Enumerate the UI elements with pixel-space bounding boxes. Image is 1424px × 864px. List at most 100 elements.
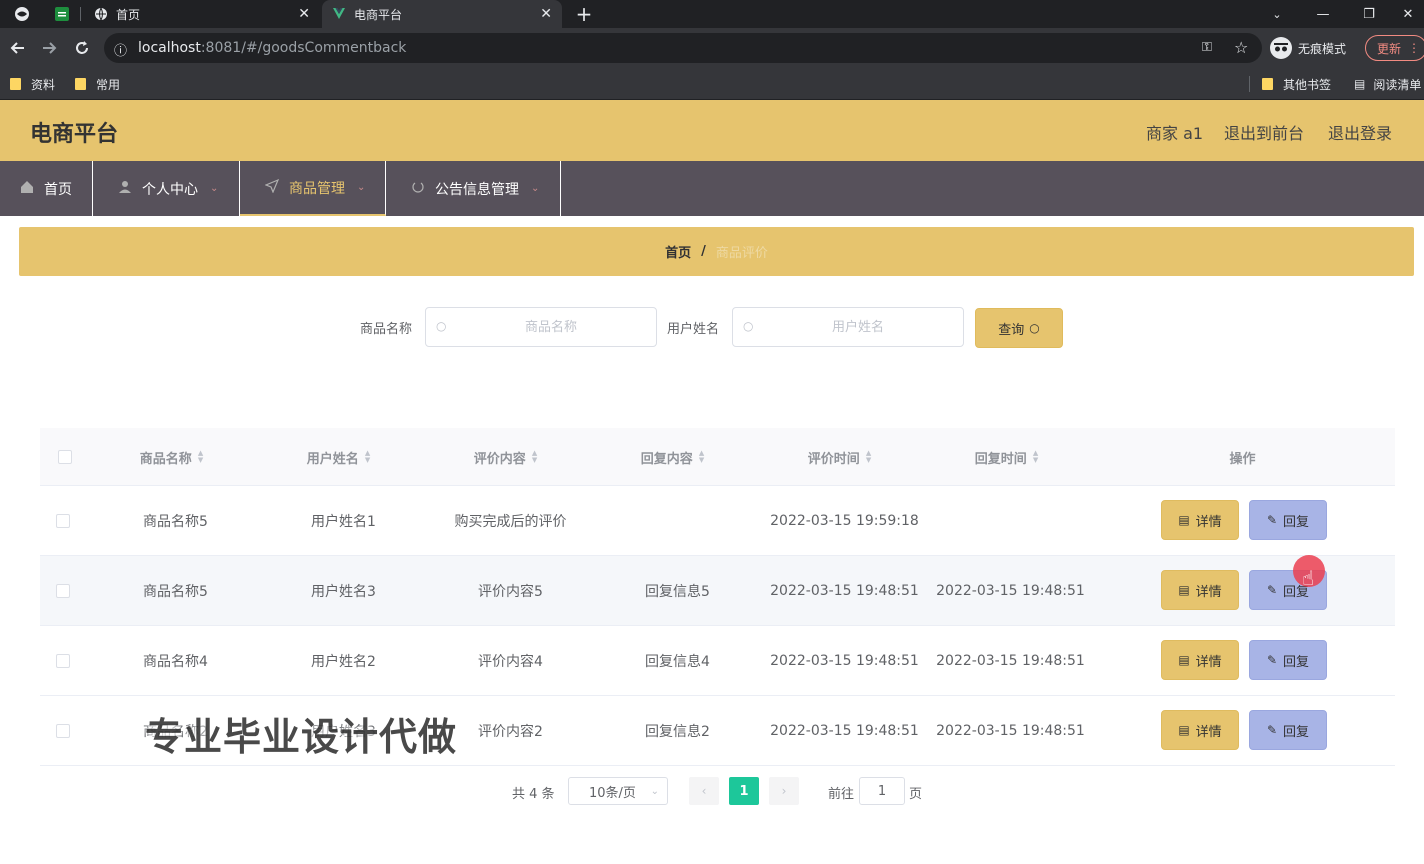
browser-menu-icon[interactable] <box>8 0 36 28</box>
select-all-checkbox[interactable] <box>58 450 72 464</box>
detail-button[interactable]: ▤ 详情 <box>1161 570 1239 610</box>
folder-icon <box>1262 78 1273 90</box>
user-name-cell: 用户姓名3 <box>311 584 376 600</box>
column-label: 商品名称 <box>139 451 192 467</box>
edit-icon: ✎ <box>1266 653 1278 667</box>
reply-button[interactable]: ✎ 回复 <box>1249 710 1327 750</box>
other-bookmarks[interactable]: 其他书签 <box>1262 74 1331 94</box>
close-icon[interactable]: ✕ <box>298 6 310 22</box>
sort-icon[interactable]: ▲ ▼ <box>198 450 203 464</box>
sort-icon[interactable]: ▲ ▼ <box>1033 450 1038 464</box>
close-icon[interactable]: ✕ <box>540 6 552 22</box>
minimize-icon[interactable]: — <box>1300 0 1346 28</box>
reply-button[interactable]: ✎ 回复 <box>1249 500 1327 540</box>
comment-time-cell: 2022-03-15 19:48:51 <box>770 723 919 739</box>
table-header: 商品名称 ▲ ▼ 用户姓名 ▲ ▼ 评价内容 ▲ ▼ 回复内容 ▲ ▼ 评价时间 ▲ ▼ 回复时间 ▲… <box>40 428 1395 486</box>
info-icon[interactable]: ⓘ <box>114 40 127 59</box>
exit-to-front-link[interactable]: 退出到前台 <box>1224 120 1304 144</box>
chevron-down-icon: ⌄ <box>650 785 659 797</box>
reply-time-cell: 2022-03-15 19:48:51 <box>936 583 1085 599</box>
breadcrumb-home[interactable]: 首页 <box>665 242 691 261</box>
table-row: 商品名称5 用户姓名1 购买完成后的评价 2022-03-15 19:59:18… <box>40 486 1395 556</box>
reading-list[interactable]: ▤ 阅读清单 <box>1354 74 1421 94</box>
row-checkbox[interactable] <box>56 584 70 598</box>
menu-item-profile[interactable]: 个人中心 ⌄ <box>93 161 240 216</box>
chevron-down-icon: ⌄ <box>357 182 366 193</box>
row-checkbox[interactable] <box>56 514 70 528</box>
column-header[interactable]: 用户姓名 ▲ ▼ <box>255 428 422 486</box>
logout-link[interactable]: 退出登录 <box>1328 120 1392 144</box>
goods-name-label: 商品名称 <box>360 322 413 337</box>
star-icon[interactable]: ☆ <box>1234 38 1248 57</box>
forward-icon[interactable] <box>37 36 61 60</box>
menu-label: 首页 <box>44 181 72 198</box>
bookmark-folder[interactable]: 资料 <box>10 74 55 94</box>
chevron-down-icon[interactable]: ⌄ <box>1266 0 1288 28</box>
user-name-input[interactable] <box>732 307 964 347</box>
window-close-icon[interactable]: ✕ <box>1392 0 1424 28</box>
breadcrumb: 首页 / 商品评价 <box>19 227 1414 276</box>
query-button[interactable]: 查询 ○ <box>975 308 1063 348</box>
document-icon: ▤ <box>1178 583 1190 597</box>
comment-time-cell: 2022-03-15 19:48:51 <box>770 653 919 669</box>
column-header: 操作 <box>1090 428 1395 486</box>
page-size-select[interactable]: 10条/页 ⌄ <box>568 777 668 805</box>
goto-label: 前往 <box>828 787 855 802</box>
address-bar[interactable]: ⓘ localhost:8081/#/goodsCommentback ⚿ ☆ <box>104 33 1262 63</box>
pinned-tab-icon[interactable] <box>52 0 72 28</box>
key-icon[interactable]: ⚿ <box>1202 40 1212 55</box>
detail-button[interactable]: ▤ 详情 <box>1161 710 1239 750</box>
url-path: :8081/#/goodsCommentback <box>200 40 407 56</box>
column-header[interactable]: 评价时间 ▲ ▼ <box>756 428 923 486</box>
detail-button[interactable]: ▤ 详情 <box>1161 640 1239 680</box>
column-header[interactable]: 回复内容 ▲ ▼ <box>589 428 756 486</box>
edit-icon: ✎ <box>1266 583 1278 597</box>
reload-icon[interactable] <box>70 36 94 60</box>
update-button[interactable]: 更新 ⋮ <box>1365 35 1424 61</box>
tab-home[interactable]: 首页 ✕ <box>84 0 320 28</box>
new-tab-icon[interactable]: + <box>572 0 596 28</box>
sort-icon[interactable]: ▲ ▼ <box>532 450 537 464</box>
reply-cell: 回复信息2 <box>645 724 710 740</box>
page-number-active[interactable]: 1 <box>729 777 759 805</box>
column-header[interactable]: 回复时间 ▲ ▼ <box>923 428 1090 486</box>
bookmark-separator <box>1249 76 1250 92</box>
tab-separator <box>80 7 81 21</box>
chevron-right-icon: › <box>781 784 787 798</box>
bookmarks-bar: 资料 常用 其他书签 ▤ 阅读清单 <box>0 68 1424 100</box>
next-page-button[interactable]: › <box>769 777 799 805</box>
page-jump-input[interactable] <box>859 777 905 805</box>
folder-icon <box>10 78 21 90</box>
sort-icon[interactable]: ▲ ▼ <box>866 450 871 464</box>
sort-icon[interactable]: ▲ ▼ <box>365 450 370 464</box>
menu-item-home[interactable]: 首页 <box>0 161 93 216</box>
vue-logo-icon <box>332 7 346 21</box>
tab-shop[interactable]: 电商平台 ✕ <box>322 0 562 28</box>
pagination-total: 共 4 条 <box>512 787 555 802</box>
comment-time-cell: 2022-03-15 19:48:51 <box>770 583 919 599</box>
goods-name-input[interactable] <box>425 307 657 347</box>
row-checkbox[interactable] <box>56 724 70 738</box>
column-header[interactable]: 评价内容 ▲ ▼ <box>422 428 589 486</box>
user-name-cell: 用户姓名2 <box>311 654 376 670</box>
row-checkbox[interactable] <box>56 654 70 668</box>
reply-button[interactable]: ✎ 回复 <box>1249 640 1327 680</box>
incognito-indicator[interactable]: 无痕模式 <box>1270 33 1346 63</box>
menu-item-notice[interactable]: 公告信息管理 ⌄ <box>386 161 561 216</box>
document-icon: ▤ <box>1178 513 1190 527</box>
back-icon[interactable] <box>6 36 30 60</box>
menu-item-goods[interactable]: 商品管理 ⌄ <box>240 161 386 216</box>
document-icon: ▤ <box>1178 723 1190 737</box>
page-size-value: 10条/页 <box>589 785 636 801</box>
detail-button[interactable]: ▤ 详情 <box>1161 500 1239 540</box>
document-icon: ▤ <box>1178 653 1190 667</box>
column-header[interactable]: 商品名称 ▲ ▼ <box>88 428 255 486</box>
restore-icon[interactable]: ❐ <box>1346 0 1392 28</box>
sort-icon[interactable]: ▲ ▼ <box>699 450 704 464</box>
reply-time-cell <box>927 486 1094 556</box>
main-nav: 首页 个人中心 ⌄ 商品管理 ⌄ 公告信息管理 ⌄ <box>0 161 1424 216</box>
bookmark-folder[interactable]: 常用 <box>75 74 120 94</box>
prev-page-button[interactable]: ‹ <box>689 777 719 805</box>
reply-time-cell: 2022-03-15 19:48:51 <box>936 653 1085 669</box>
goods-name-cell: 商品名称5 <box>143 514 208 530</box>
